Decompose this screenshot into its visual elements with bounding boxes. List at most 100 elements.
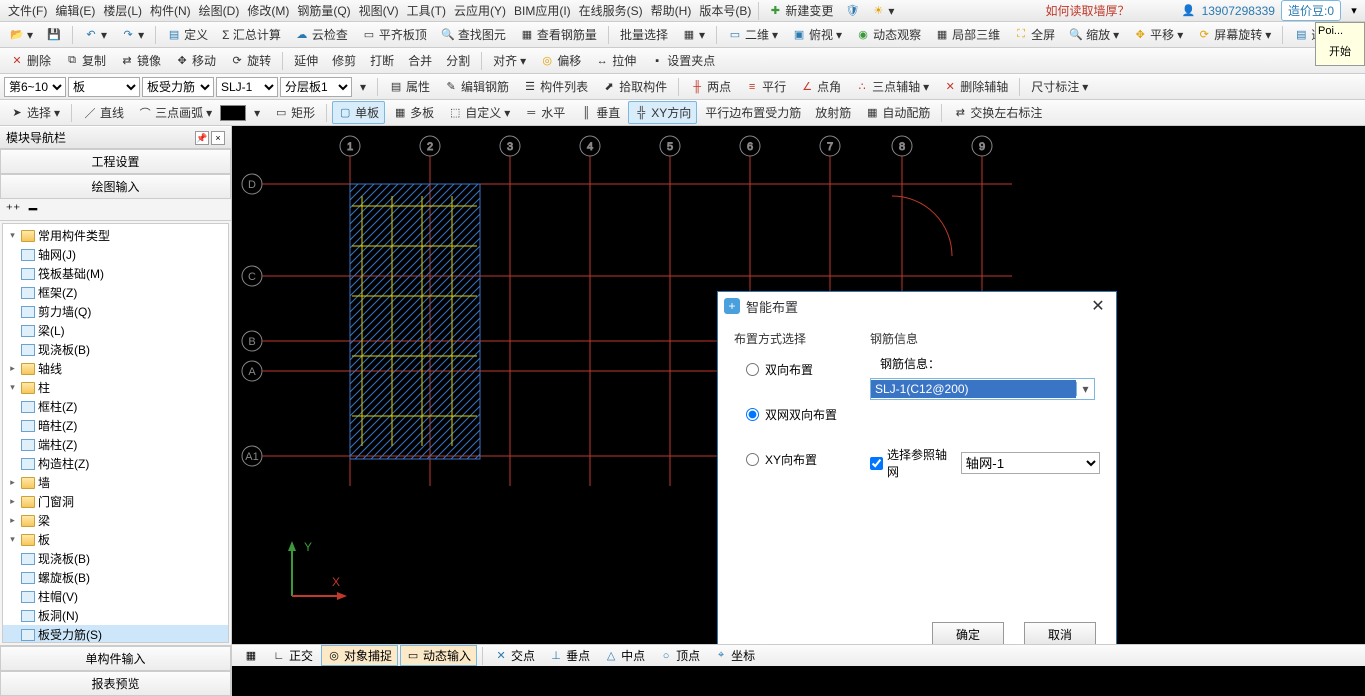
zoom-button[interactable]: 🔍缩放▾ xyxy=(1063,23,1125,46)
dialog-close-button[interactable]: ✕ xyxy=(1086,296,1110,316)
ok-button[interactable]: 确定 xyxy=(932,622,1004,646)
menu-draw[interactable]: 绘图(D) xyxy=(195,0,244,21)
delete-aux-button[interactable]: ✕删除辅轴 xyxy=(937,75,1014,98)
account-number[interactable]: 13907298339 xyxy=(1202,4,1275,18)
rect-button[interactable]: ▭矩形 xyxy=(268,101,321,124)
type-select[interactable]: 板受力筋 xyxy=(142,77,214,97)
radio-bidirectional[interactable]: 双向布置 xyxy=(746,361,854,378)
pan-button[interactable]: ✥平移▾ xyxy=(1127,23,1189,46)
merge-button[interactable]: 合并 xyxy=(402,49,438,72)
attr-button[interactable]: ▤属性 xyxy=(383,75,436,98)
offset-button[interactable]: ◎偏移 xyxy=(534,49,587,72)
screen-rotate-button[interactable]: ⟳屏幕旋转▾ xyxy=(1191,23,1277,46)
rebar-combo[interactable]: SLJ-1(C12@200) ▾ xyxy=(870,378,1095,400)
radial-button[interactable]: 放射筋 xyxy=(809,101,857,124)
menu-cloud[interactable]: 云应用(Y) xyxy=(450,0,510,21)
menu-rebar[interactable]: 钢筋量(Q) xyxy=(293,0,354,21)
tree-selected-item[interactable]: 板受力筋(S) xyxy=(3,625,228,643)
fullscreen-button[interactable]: ⛶全屏 xyxy=(1008,23,1061,46)
batch-select-button[interactable]: 批量选择 xyxy=(614,23,674,46)
pin-button[interactable]: 📌 xyxy=(195,131,209,145)
menu-edit[interactable]: 编辑(E) xyxy=(51,0,99,21)
draw-input-button[interactable]: 绘图输入 xyxy=(0,174,231,199)
parallel-button[interactable]: ≡平行 xyxy=(739,75,792,98)
undo-button[interactable]: ↶▾ xyxy=(78,25,113,45)
menu-floor[interactable]: 楼层(L) xyxy=(99,0,146,21)
select-tool-button[interactable]: ➤选择▾ xyxy=(4,101,66,124)
cloud-check-button[interactable]: ☁云检查 xyxy=(289,23,354,46)
chevron-down-icon[interactable]: ▾ xyxy=(1076,382,1094,396)
flat-top-button[interactable]: ▭平齐板顶 xyxy=(356,23,433,46)
view-2d-button[interactable]: ▭二维▾ xyxy=(722,23,784,46)
dynamic-view-button[interactable]: ◉动态观察 xyxy=(850,23,927,46)
view-rebar-button[interactable]: ▦查看钢筋量 xyxy=(514,23,603,46)
rotate-button[interactable]: ⟳旋转 xyxy=(224,49,277,72)
menu-bim[interactable]: BIM应用(I) xyxy=(510,0,575,21)
menu-view[interactable]: 视图(V) xyxy=(355,0,403,21)
break-button[interactable]: 打断 xyxy=(364,49,400,72)
name-select[interactable]: SLJ-1 xyxy=(216,77,278,97)
single-slab-button[interactable]: ▢单板 xyxy=(332,101,385,124)
open-button[interactable]: 📂▾ xyxy=(4,25,39,45)
align-button[interactable]: 对齐▾ xyxy=(487,49,532,72)
move-button[interactable]: ✥移动 xyxy=(169,49,222,72)
two-point-button[interactable]: ╫两点 xyxy=(684,75,737,98)
dyn-input-button[interactable]: ▭动态输入 xyxy=(400,645,477,666)
extend-button[interactable]: 延伸 xyxy=(288,49,324,72)
delete-button[interactable]: ✕删除 xyxy=(4,49,57,72)
xy-button[interactable]: ╬XY方向 xyxy=(628,101,697,124)
sun-button[interactable]: ☀▾ xyxy=(865,1,900,21)
copy-button[interactable]: ⧉复制 xyxy=(59,49,112,72)
menu-tool[interactable]: 工具(T) xyxy=(403,0,450,21)
eng-settings-button[interactable]: 工程设置 xyxy=(0,149,231,174)
top-view-button[interactable]: ▣俯视▾ xyxy=(786,23,848,46)
menu-file[interactable]: 文件(F) xyxy=(4,0,51,21)
horiz-button[interactable]: ═水平 xyxy=(518,101,571,124)
ref-axis-checkbox[interactable]: 选择参照轴网 xyxy=(870,446,953,480)
arc3-button[interactable]: ⌒三点画弧▾ xyxy=(132,101,218,124)
perp-button[interactable]: ⊥垂点 xyxy=(543,645,596,666)
edge-button[interactable]: 平行边布置受力筋 xyxy=(699,101,807,124)
ortho-button[interactable]: ∟正交 xyxy=(266,645,319,666)
define-button[interactable]: ▤定义 xyxy=(161,23,214,46)
component-tree[interactable]: ▾常用构件类型 轴网(J) 筏板基础(M) 框架(Z) 剪力墙(Q) 梁(L) … xyxy=(2,223,229,643)
shield-button[interactable]: 🛡 xyxy=(839,1,865,21)
chevron-down-icon[interactable]: ▾ xyxy=(1347,4,1361,18)
color-dd[interactable]: ▾ xyxy=(248,103,266,123)
menu-online[interactable]: 在线服务(S) xyxy=(575,0,647,21)
line-button[interactable]: ／直线 xyxy=(77,101,130,124)
three-point-button[interactable]: ∴三点辅轴▾ xyxy=(849,75,935,98)
expand-icon[interactable]: ⁺⁺ xyxy=(6,203,20,217)
edit-rebar-button[interactable]: ✎编辑钢筋 xyxy=(438,75,515,98)
close-button[interactable]: × xyxy=(211,131,225,145)
intersect-button[interactable]: ✕交点 xyxy=(488,645,541,666)
dialog-titlebar[interactable]: + 智能布置 ✕ xyxy=(718,292,1116,320)
point-angle-button[interactable]: ∠点角 xyxy=(794,75,847,98)
report-button[interactable]: 报表预览 xyxy=(0,671,231,696)
save-button[interactable]: 💾 xyxy=(41,25,67,45)
redo-button[interactable]: ↷▾ xyxy=(115,25,150,45)
auto-rebar-button[interactable]: ▦自动配筋 xyxy=(859,101,936,124)
menu-component[interactable]: 构件(N) xyxy=(146,0,195,21)
osnap-button[interactable]: ◎对象捕捉 xyxy=(321,645,398,666)
single-input-button[interactable]: 单构件输入 xyxy=(0,646,231,671)
collapse-icon[interactable]: ━ xyxy=(26,203,40,217)
coord-button[interactable]: ⌖坐标 xyxy=(708,645,761,666)
batch-more-button[interactable]: ▦▾ xyxy=(676,25,711,45)
find-button[interactable]: 🔍查找图元 xyxy=(435,23,512,46)
midpoint-button[interactable]: △中点 xyxy=(598,645,651,666)
floor-select[interactable]: 第6~10 xyxy=(4,77,66,97)
custom-button[interactable]: ⬚自定义▾ xyxy=(442,101,516,124)
split-button[interactable]: 分割 xyxy=(440,49,476,72)
local-3d-button[interactable]: ▦局部三维 xyxy=(929,23,1006,46)
menu-modify[interactable]: 修改(M) xyxy=(243,0,293,21)
multi-slab-button[interactable]: ▦多板 xyxy=(387,101,440,124)
pick-button[interactable]: ⬈拾取构件 xyxy=(596,75,673,98)
radio-double-net[interactable]: 双网双向布置 xyxy=(746,406,854,423)
stretch-button[interactable]: ↔拉伸 xyxy=(589,49,642,72)
menu-help[interactable]: 帮助(H) xyxy=(647,0,696,21)
swap-dim-button[interactable]: ⇄交换左右标注 xyxy=(947,101,1048,124)
new-change-button[interactable]: ✚新建变更 xyxy=(762,0,839,22)
color-swatch[interactable] xyxy=(220,105,246,121)
component-list-button[interactable]: ☰构件列表 xyxy=(517,75,594,98)
